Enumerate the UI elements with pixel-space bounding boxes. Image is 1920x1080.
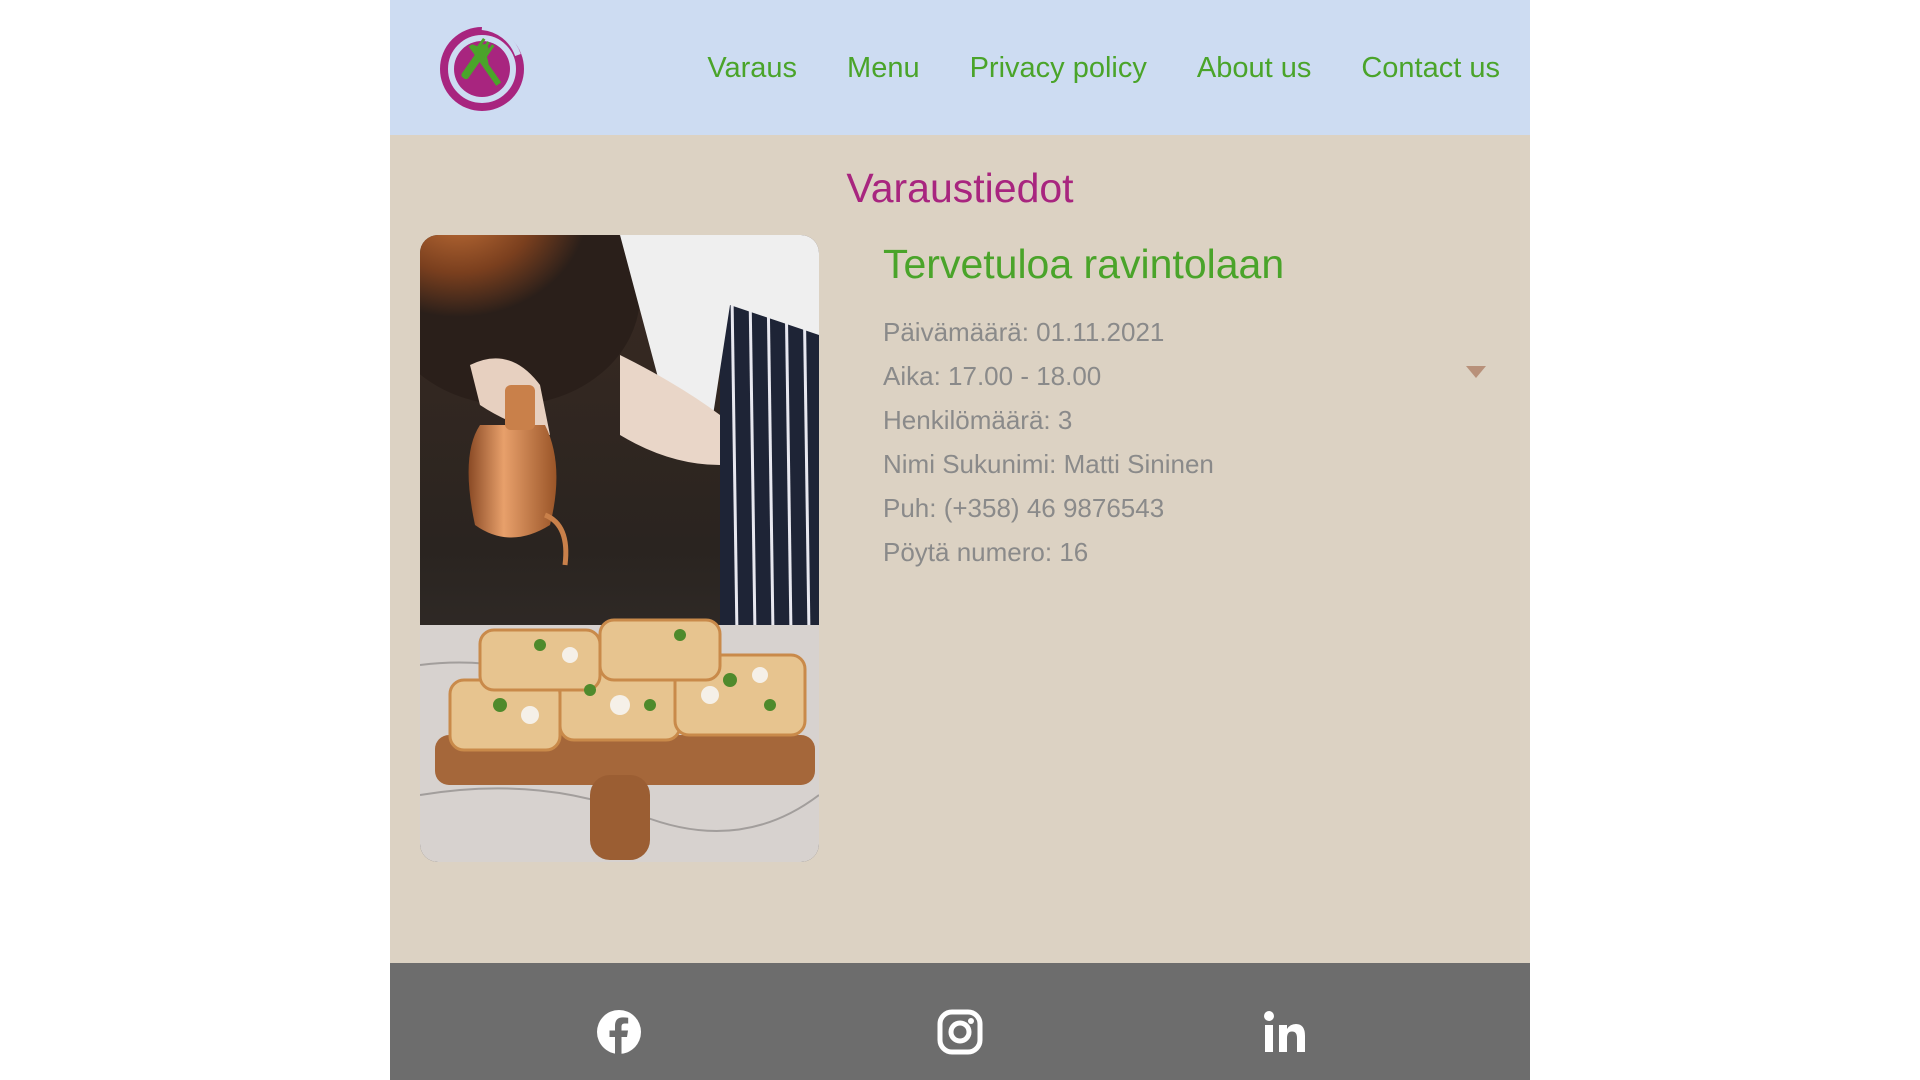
restaurant-photo bbox=[420, 235, 819, 862]
detail-time: Aika: 17.00 - 18.00 bbox=[883, 361, 1102, 391]
page-title: Varaustiedot bbox=[846, 165, 1074, 211]
reservation-details: Tervetuloa ravintolaan Päivämäärä: 01.11… bbox=[883, 236, 1483, 574]
detail-table-number: Pöytä numero: 16 bbox=[883, 537, 1089, 567]
nav-privacy-policy[interactable]: Privacy policy bbox=[970, 48, 1147, 88]
nav-about-us[interactable]: About us bbox=[1197, 48, 1311, 88]
linkedin-icon[interactable] bbox=[1261, 1008, 1309, 1056]
instagram-icon[interactable] bbox=[936, 1008, 984, 1056]
facebook-icon[interactable] bbox=[595, 1008, 643, 1056]
detail-guest-count: Henkilömäärä: 3 bbox=[883, 405, 1073, 435]
detail-phone: Puh: (+358) 46 9876543 bbox=[883, 493, 1165, 523]
page: Varaus Menu Privacy policy About us Cont… bbox=[390, 0, 1530, 1080]
chevron-down-icon[interactable] bbox=[1466, 366, 1486, 378]
nav-menu[interactable]: Menu bbox=[847, 48, 920, 88]
chef-pouring-oil-on-pizza-photo-icon bbox=[420, 235, 819, 862]
main-nav: Varaus Menu Privacy policy About us Cont… bbox=[657, 48, 1500, 88]
site-header: Varaus Menu Privacy policy About us Cont… bbox=[390, 0, 1530, 135]
nav-contact-us[interactable]: Contact us bbox=[1361, 48, 1500, 88]
detail-name: Nimi Sukunimi: Matti Sininen bbox=[883, 449, 1214, 479]
detail-date: Päivämäärä: 01.11.2021 bbox=[883, 317, 1165, 347]
nav-varaus[interactable]: Varaus bbox=[707, 48, 797, 88]
welcome-heading: Tervetuloa ravintolaan bbox=[883, 241, 1285, 287]
restaurant-logo-icon[interactable] bbox=[438, 25, 526, 113]
